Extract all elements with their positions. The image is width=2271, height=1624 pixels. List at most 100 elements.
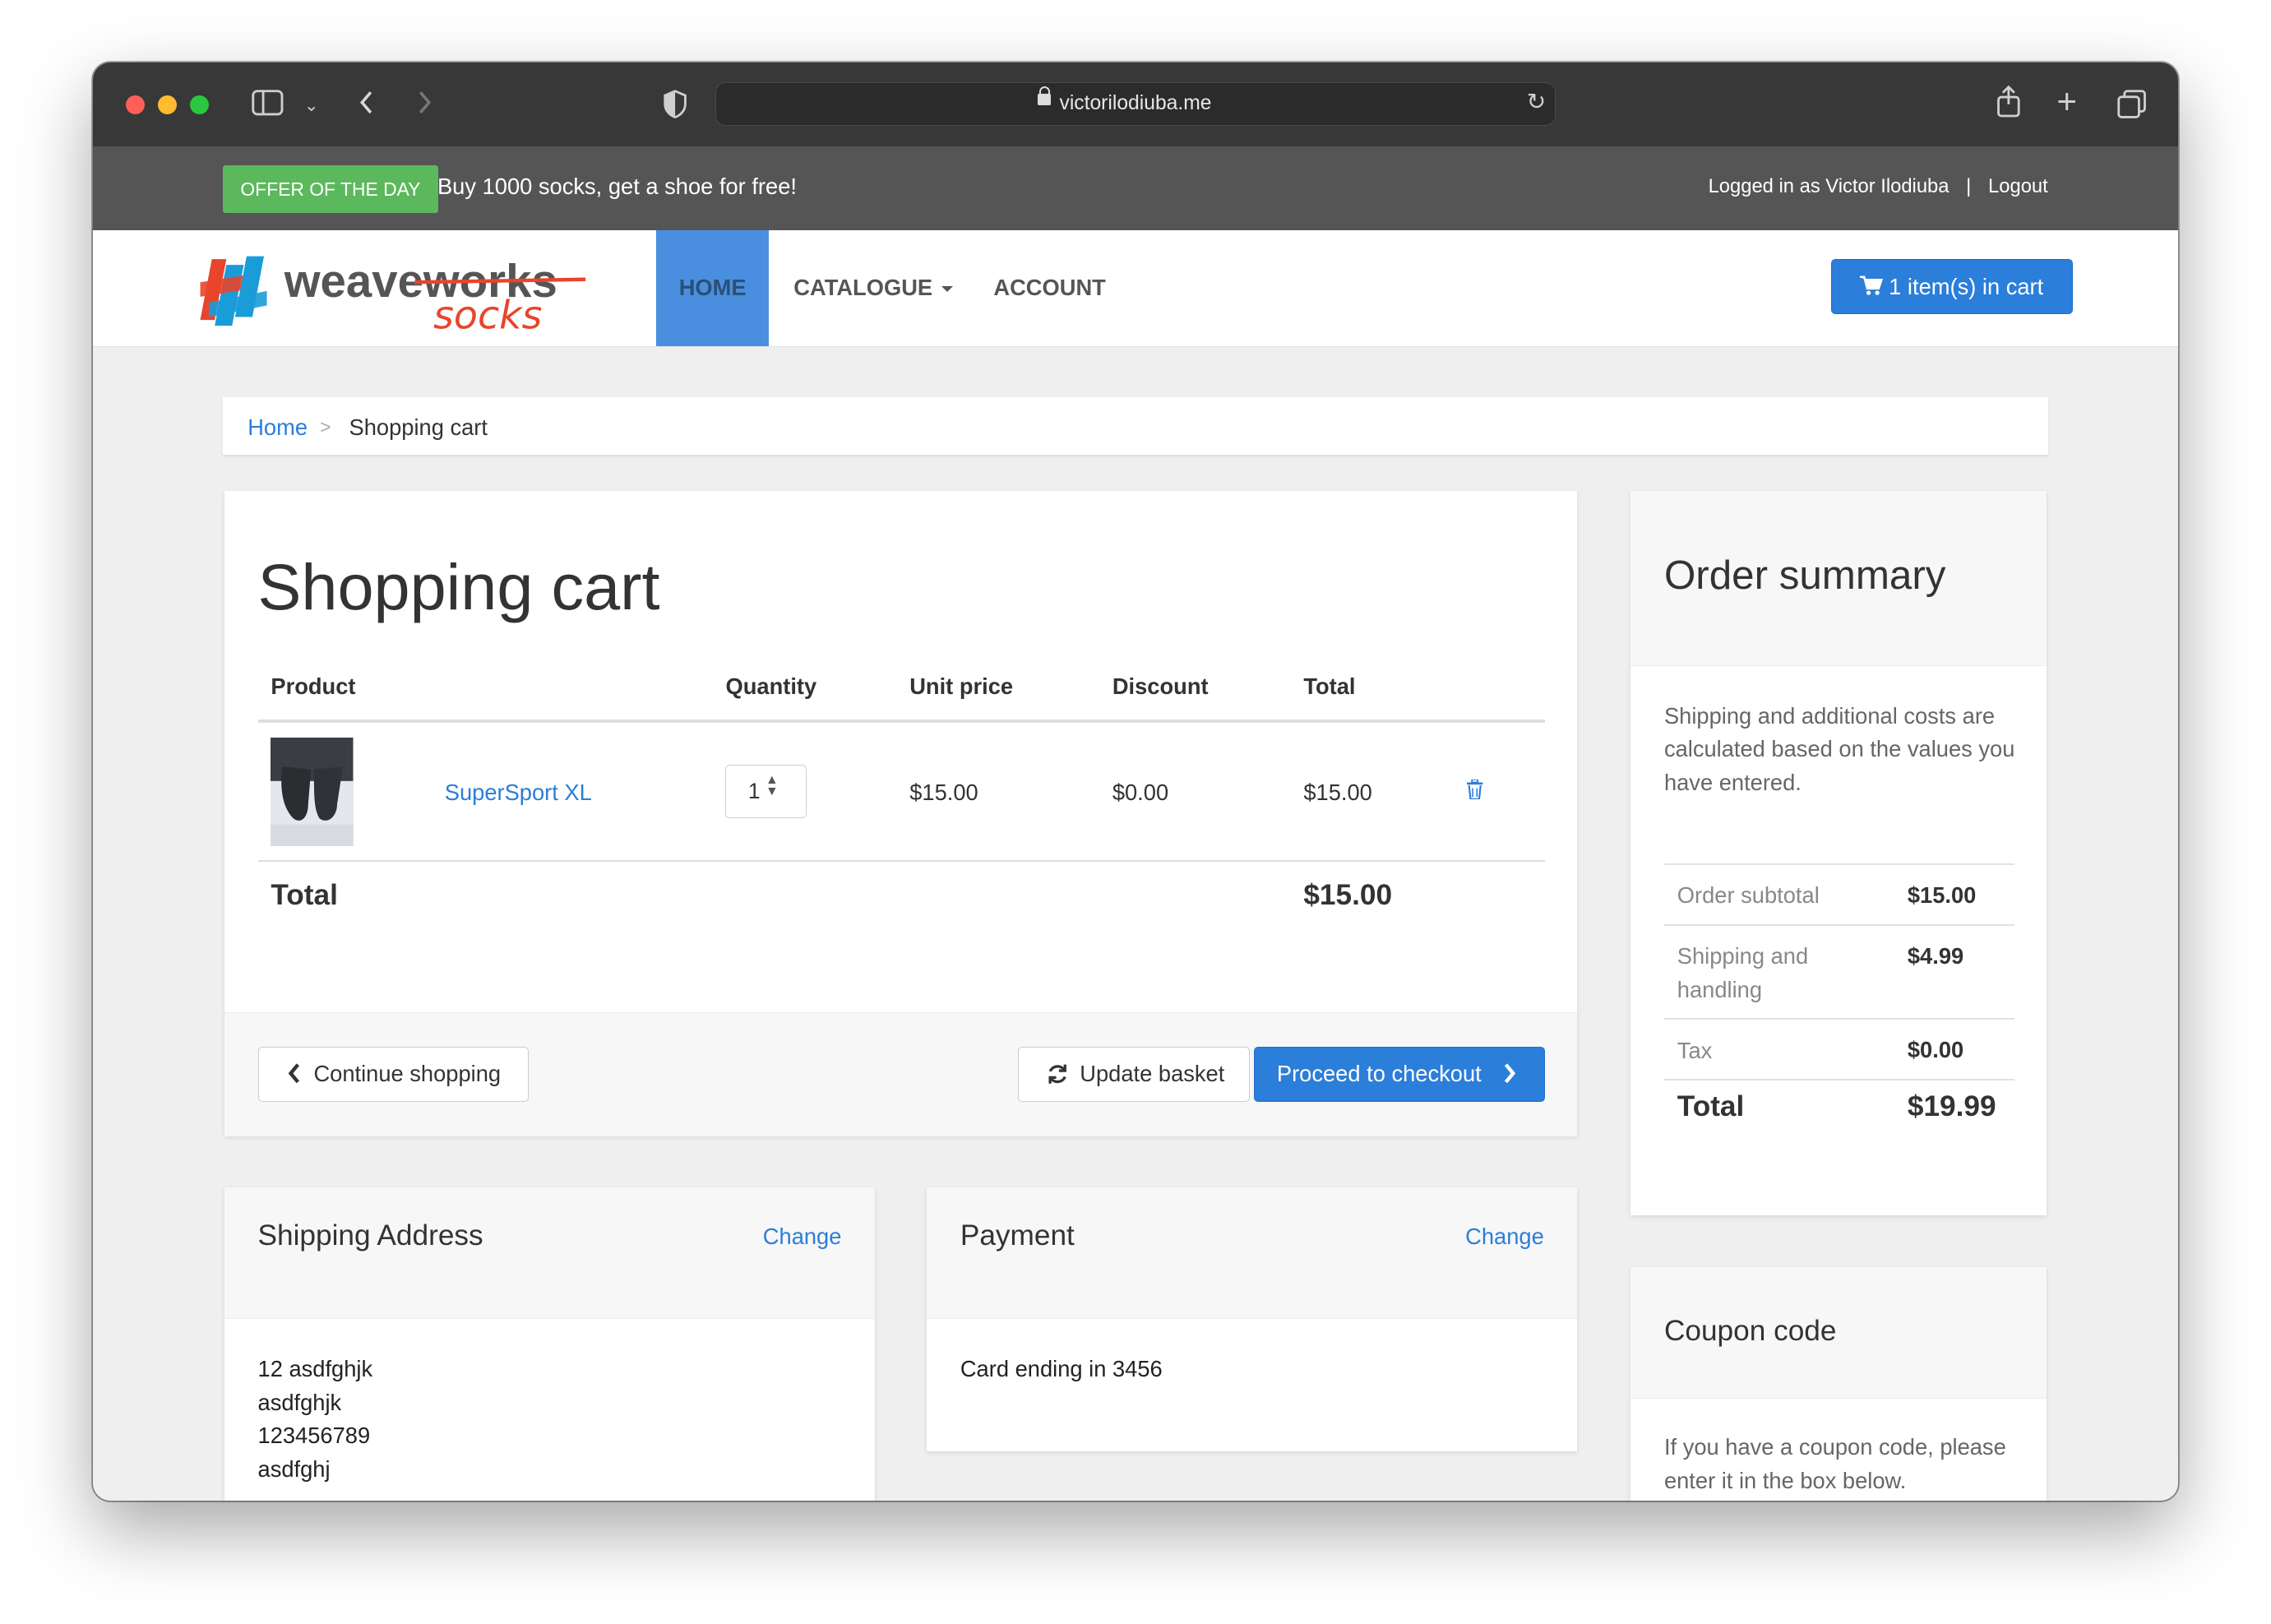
coupon-note: If you have a coupon code, please enter …	[1663, 1434, 2006, 1493]
offer-badge: OFFER OF THE DAY	[223, 164, 438, 213]
summary-total-value: $19.99	[1907, 1090, 1996, 1123]
chevron-down-icon[interactable]: ⌄	[304, 91, 319, 120]
refresh-icon	[1048, 1064, 1066, 1084]
order-subtotal-label: Order subtotal	[1677, 882, 1820, 909]
breadcrumb-home[interactable]: Home	[247, 414, 308, 441]
order-summary-note: Shipping and additional costs are calcul…	[1663, 702, 2015, 795]
checkout-label: Proceed to checkout	[1276, 1060, 1482, 1086]
address-line: 123456789	[257, 1423, 371, 1449]
change-payment-link[interactable]: Change	[1465, 1224, 1544, 1250]
product-link[interactable]: SuperSport XL	[445, 780, 592, 806]
change-shipping-link[interactable]: Change	[763, 1224, 842, 1250]
column-header-total: Total	[1303, 673, 1356, 700]
logged-in-label[interactable]: Logged in as Victor Ilodiuba	[1709, 175, 1950, 197]
shipping-header: Shipping Address Change	[224, 1187, 875, 1319]
separator: |	[1966, 175, 1972, 198]
coupon-panel: Coupon code If you have a coupon code, p…	[1630, 1267, 2047, 1501]
shipping-label: Shipping and handling	[1677, 943, 1809, 1002]
share-icon[interactable]	[1996, 85, 2022, 123]
offer-bar: OFFER OF THE DAY Buy 1000 socks, get a s…	[92, 146, 2179, 231]
main-navbar: weaveworks socks HOME CATALOGUE ACCOUNT …	[92, 230, 2179, 347]
maximize-window-button[interactable]	[189, 95, 209, 115]
update-basket-label: Update basket	[1080, 1060, 1225, 1086]
chevron-left-icon	[288, 1063, 299, 1084]
back-icon[interactable]	[358, 88, 375, 123]
table-header-divider	[257, 719, 1546, 723]
order-summary-panel: Order summary Shipping and additional co…	[1630, 491, 2047, 1215]
shipping-value: $4.99	[1907, 942, 1964, 969]
stepper-arrows-icon[interactable]: ▲ ▼	[765, 773, 779, 798]
privacy-shield-icon[interactable]	[664, 90, 687, 124]
minimize-window-button[interactable]	[158, 95, 177, 115]
address-line: asdfghjk	[257, 1389, 342, 1415]
column-header-product: Product	[271, 673, 356, 700]
order-subtotal-value: $15.00	[1907, 881, 1977, 908]
address-bar[interactable]: victorilodiuba.me ↻	[715, 82, 1556, 127]
column-header-quantity: Quantity	[725, 673, 817, 700]
payment-header: Payment Change	[927, 1187, 1578, 1319]
weaveworks-socks-logo[interactable]: weaveworks socks	[197, 248, 595, 339]
breadcrumb-current: Shopping cart	[349, 414, 488, 440]
caret-down-icon	[941, 286, 953, 293]
summary-total-label: Total	[1677, 1090, 1745, 1123]
tax-value: $0.00	[1907, 1037, 1964, 1063]
browser-toolbar: ⌄ victorilodiuba.me ↻ +	[92, 62, 2179, 146]
nav-account[interactable]: ACCOUNT	[993, 230, 1105, 346]
shopping-cart-icon	[1859, 275, 1884, 296]
order-summary-title: Order summary	[1663, 553, 1946, 599]
payment-title: Payment	[960, 1219, 1075, 1252]
unit-price: $15.00	[909, 779, 978, 805]
url-text: victorilodiuba.me	[1059, 91, 1212, 114]
summary-divider	[1663, 1079, 2015, 1081]
browser-window: ⌄ victorilodiuba.me ↻ + OFFER OF THE DAY…	[92, 62, 2179, 1501]
cart-total-value: $15.00	[1303, 879, 1393, 912]
proceed-to-checkout-button[interactable]: Proceed to checkout	[1254, 1046, 1546, 1102]
breadcrumb: Home > Shopping cart	[223, 396, 2048, 456]
reload-icon[interactable]: ↻	[1527, 88, 1547, 115]
continue-shopping-button[interactable]: Continue shopping	[257, 1046, 529, 1102]
svg-text:socks: socks	[433, 294, 542, 332]
discount: $0.00	[1112, 779, 1169, 805]
tax-label: Tax	[1677, 1037, 1713, 1063]
card-info: Card ending in 3456	[960, 1356, 1163, 1382]
close-window-button[interactable]	[126, 95, 146, 115]
shipping-title: Shipping Address	[257, 1219, 483, 1252]
summary-divider	[1663, 863, 2015, 865]
nav-catalogue-label: CATALOGUE	[793, 275, 933, 301]
tab-overview-icon[interactable]	[2117, 90, 2147, 124]
order-summary-header: Order summary	[1630, 491, 2047, 666]
address-line: asdfghj	[257, 1455, 331, 1482]
quantity-value: 1	[747, 778, 761, 803]
column-header-discount: Discount	[1112, 673, 1209, 700]
nav-home[interactable]: HOME	[655, 230, 770, 346]
cart-total-label: Total	[271, 879, 338, 912]
cart-button[interactable]: 1 item(s) in cart	[1830, 259, 2073, 315]
logout-link[interactable]: Logout	[1988, 175, 2048, 197]
cart-actions: Continue shopping Update basket Proceed …	[224, 1012, 1578, 1136]
shipping-address: 12 asdfghjk asdfghjk 123456789 asdfghj	[258, 1353, 373, 1486]
shipping-address-panel: Shipping Address Change 12 asdfghjk asdf…	[224, 1187, 875, 1501]
sidebar-toggle-icon[interactable]	[252, 90, 284, 122]
account-status: Logged in as Victor Ilodiuba | Logout	[1709, 175, 2048, 198]
column-header-unit-price: Unit price	[909, 673, 1014, 700]
page-title: Shopping cart	[257, 549, 660, 623]
payment-panel: Payment Change Card ending in 3456	[927, 1187, 1578, 1451]
offer-text: Buy 1000 socks, get a shoe for free!	[437, 174, 797, 200]
coupon-header: Coupon code	[1630, 1267, 2047, 1399]
nav-catalogue[interactable]: CATALOGUE	[793, 230, 953, 346]
summary-divider	[1663, 923, 2015, 926]
update-basket-button[interactable]: Update basket	[1018, 1046, 1251, 1102]
coupon-title: Coupon code	[1663, 1315, 1837, 1348]
breadcrumb-separator: >	[320, 415, 331, 437]
forward-icon[interactable]	[416, 88, 433, 123]
new-tab-icon[interactable]: +	[2056, 84, 2077, 118]
trash-icon[interactable]	[1467, 779, 1483, 800]
continue-shopping-label: Continue shopping	[313, 1060, 502, 1086]
shopping-cart-panel: Shopping cart Product Quantity Unit pric…	[224, 491, 1578, 1136]
row-total: $15.00	[1303, 779, 1372, 805]
chevron-right-icon	[1504, 1063, 1515, 1084]
summary-divider	[1663, 1018, 2015, 1020]
table-row-divider	[257, 860, 1546, 863]
product-thumbnail[interactable]	[271, 737, 354, 846]
quantity-stepper[interactable]: 1 ▲ ▼	[725, 765, 807, 819]
